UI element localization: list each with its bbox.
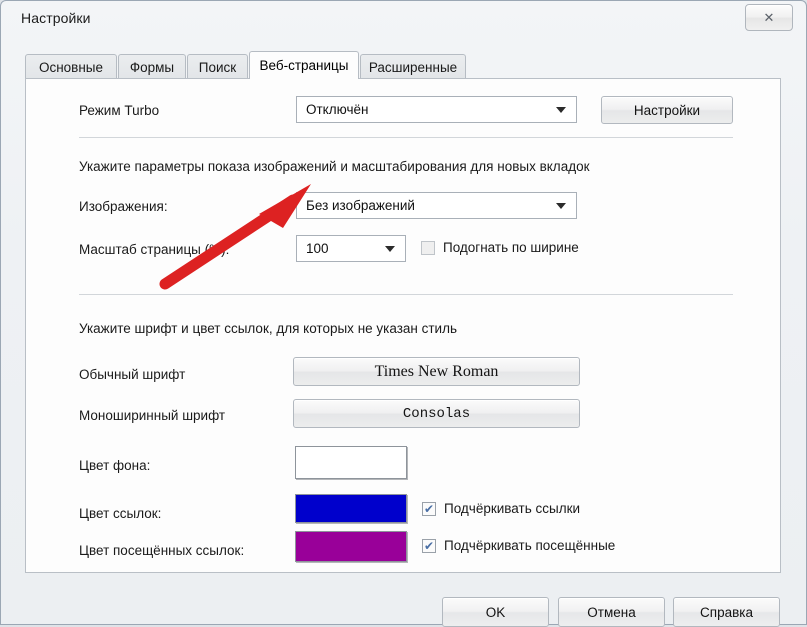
normal-font-label: Обычный шрифт bbox=[79, 367, 186, 382]
help-button[interactable]: Справка bbox=[673, 597, 780, 627]
normal-font-value: Times New Roman bbox=[374, 362, 499, 380]
tab-osnovnye[interactable]: Основные bbox=[25, 54, 117, 79]
help-label: Справка bbox=[700, 604, 753, 620]
underline-links-checkbox[interactable]: ✔ Подчёркивать ссылки bbox=[422, 501, 580, 516]
visited-link-color-swatch[interactable] bbox=[295, 531, 407, 562]
turbo-mode-combobox[interactable]: Отключён bbox=[296, 96, 577, 123]
tab-bar: Основные Формы Поиск Веб-страницы Расшир… bbox=[25, 51, 780, 79]
page-scale-label: Масштаб страницы (%): bbox=[79, 242, 230, 257]
underline-visited-label: Подчёркивать посещённые bbox=[444, 538, 616, 553]
ok-button[interactable]: OK bbox=[442, 597, 549, 627]
ok-label: OK bbox=[485, 604, 506, 620]
mono-font-label: Моноширинный шрифт bbox=[79, 408, 226, 423]
tab-label: Расширенные bbox=[368, 59, 458, 75]
close-icon: ✕ bbox=[763, 10, 775, 25]
check-icon: ✔ bbox=[423, 501, 435, 516]
turbo-settings-button[interactable]: Настройки bbox=[601, 96, 733, 124]
background-color-swatch[interactable] bbox=[295, 446, 407, 479]
underline-links-label: Подчёркивать ссылки bbox=[444, 501, 581, 516]
background-color-label: Цвет фона: bbox=[79, 458, 151, 473]
tab-poisk[interactable]: Поиск bbox=[187, 54, 248, 79]
images-label: Изображения: bbox=[79, 199, 168, 214]
checkbox-box: ✔ bbox=[422, 538, 436, 553]
chevron-down-icon bbox=[556, 202, 566, 209]
fit-width-label: Подогнать по ширине bbox=[443, 240, 579, 255]
turbo-mode-value: Отключён bbox=[306, 102, 369, 117]
separator-top bbox=[79, 137, 733, 138]
page-scale-value: 100 bbox=[306, 241, 329, 256]
tab-label: Веб-страницы bbox=[259, 58, 349, 73]
turbo-mode-label: Режим Turbo bbox=[79, 103, 160, 118]
normal-font-button[interactable]: Times New Roman bbox=[293, 357, 580, 386]
tab-veb-stranicy[interactable]: Веб-страницы bbox=[249, 51, 359, 79]
visited-link-color-label: Цвет посещённых ссылок: bbox=[79, 543, 245, 558]
settings-dialog-window: Настройки ✕ Основные Формы Поиск Веб-стр… bbox=[0, 0, 807, 627]
separator-middle bbox=[79, 294, 733, 295]
check-icon: ✔ bbox=[423, 538, 435, 553]
checkbox-box bbox=[421, 240, 435, 255]
images-section-hint: Укажите параметры показа изображений и м… bbox=[79, 159, 590, 174]
link-color-label: Цвет ссылок: bbox=[79, 506, 162, 521]
tab-rasshirennye[interactable]: Расширенные bbox=[360, 54, 466, 79]
turbo-settings-label: Настройки bbox=[633, 102, 701, 118]
mono-font-value: Consolas bbox=[402, 405, 471, 422]
fit-width-checkbox[interactable]: Подогнать по ширине bbox=[421, 240, 579, 255]
tab-label: Поиск bbox=[198, 59, 237, 75]
web-pages-panel: Режим Turbo Отключён Настройки Укажите п… bbox=[25, 78, 781, 573]
fonts-section-hint: Укажите шрифт и цвет ссылок, для которых… bbox=[79, 321, 457, 336]
cancel-button[interactable]: Отмена bbox=[558, 597, 665, 627]
underline-visited-checkbox[interactable]: ✔ Подчёркивать посещённые bbox=[422, 538, 615, 553]
tab-label: Формы bbox=[129, 59, 175, 75]
mono-font-button[interactable]: Consolas bbox=[293, 399, 580, 428]
close-button[interactable]: ✕ bbox=[745, 4, 793, 31]
title-bar: Настройки ✕ bbox=[1, 1, 806, 39]
chevron-down-icon bbox=[385, 245, 395, 252]
chevron-down-icon bbox=[556, 106, 566, 113]
tab-label: Основные bbox=[38, 59, 104, 75]
window-title: Настройки bbox=[21, 10, 91, 26]
checkbox-box: ✔ bbox=[422, 501, 436, 516]
link-color-swatch[interactable] bbox=[295, 494, 407, 523]
tab-formy[interactable]: Формы bbox=[118, 54, 186, 79]
images-value: Без изображений bbox=[306, 198, 415, 213]
images-combobox[interactable]: Без изображений bbox=[296, 192, 577, 219]
page-scale-combobox[interactable]: 100 bbox=[296, 235, 406, 262]
cancel-label: Отмена bbox=[587, 604, 636, 620]
